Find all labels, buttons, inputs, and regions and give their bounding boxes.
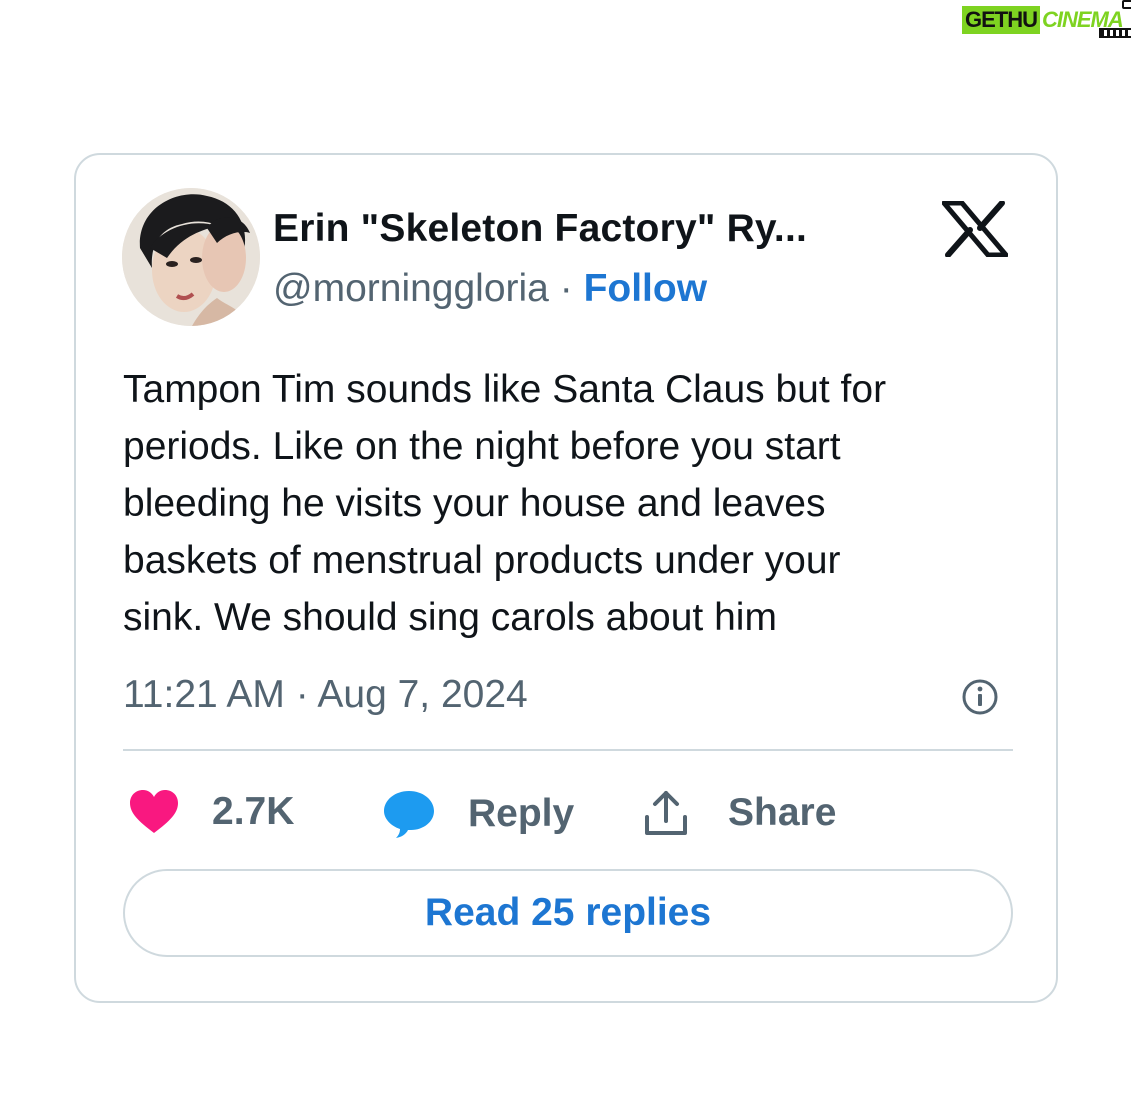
film-strip-icon <box>1098 28 1131 38</box>
like-button[interactable]: 2.7K <box>128 789 294 835</box>
page: GETHU CINEMA Erin "Skeleton Factory" Ry.… <box>0 0 1131 1094</box>
share-button[interactable]: Share <box>642 789 836 837</box>
avatar-portrait-icon <box>122 188 260 326</box>
speech-bubble-icon <box>384 791 434 838</box>
reply-button[interactable]: Reply <box>382 789 574 839</box>
avatar[interactable] <box>122 188 260 326</box>
divider <box>123 749 1013 751</box>
tweet-text: Tampon Tim sounds like Santa Claus but f… <box>123 368 887 639</box>
read-replies-button[interactable]: Read 25 replies <box>123 869 1013 957</box>
handle-separator: · <box>548 267 584 310</box>
display-name[interactable]: Erin "Skeleton Factory" Ry... <box>273 207 807 251</box>
heart-icon <box>130 790 178 833</box>
action-bar: 2.7K Reply Share <box>128 789 1008 839</box>
handle-row: @morninggloria · Follow <box>273 267 707 311</box>
like-count: 2.7K <box>212 790 295 833</box>
watermark-left-text: GETHU <box>962 6 1040 34</box>
camera-icon <box>1122 0 1131 9</box>
info-icon[interactable] <box>960 677 1000 717</box>
share-upload-icon <box>645 791 687 835</box>
tweet-card: Erin "Skeleton Factory" Ry... @morninggl… <box>74 153 1058 1003</box>
user-handle[interactable]: @morninggloria <box>273 267 549 310</box>
tweet-timestamp[interactable]: 11:21 AM · Aug 7, 2024 <box>123 673 528 717</box>
watermark-right-text: CINEMA <box>1040 0 1131 38</box>
reply-label: Reply <box>468 792 575 835</box>
follow-link[interactable]: Follow <box>584 267 707 310</box>
share-label: Share <box>728 791 837 834</box>
x-logo-icon[interactable] <box>942 201 1008 257</box>
watermark-logo: GETHU CINEMA <box>962 0 1131 38</box>
